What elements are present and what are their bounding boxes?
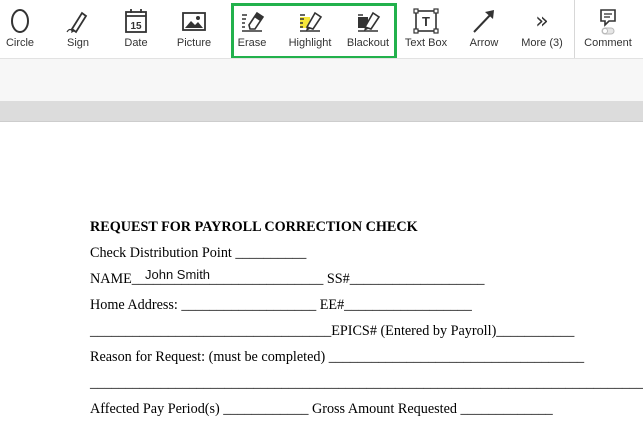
picture-tool-button[interactable]: Picture: [174, 0, 214, 58]
text-box-tool-button[interactable]: T Text Box: [404, 0, 448, 58]
date-tool-label: Date: [124, 37, 148, 49]
text-box-tool-label: Text Box: [404, 37, 448, 49]
filled-name-text[interactable]: John Smith: [145, 267, 210, 282]
selected-tools-highlight: [231, 3, 397, 59]
arrow-tool-label: Arrow: [469, 37, 499, 49]
double-chevron-glyph: »: [535, 8, 549, 34]
date-tool-button[interactable]: 15 Date: [116, 0, 156, 58]
circle-tool-button[interactable]: Circle: [0, 0, 40, 58]
pen-icon: [63, 7, 93, 35]
textbox-icon-letter: T: [422, 14, 430, 29]
picture-icon: [179, 7, 209, 35]
circle-icon: [5, 7, 35, 35]
textbox-icon: T: [411, 7, 441, 35]
more-tools-button[interactable]: » More (3): [521, 0, 563, 58]
comment-icon: [593, 7, 623, 35]
sign-tool-button[interactable]: Sign: [58, 0, 98, 58]
arrow-tool-button[interactable]: Arrow: [464, 0, 504, 58]
double-chevron-icon: »: [527, 7, 557, 35]
sign-tool-label: Sign: [66, 37, 90, 49]
toolbar-options-band: [0, 59, 643, 101]
comment-tool-button[interactable]: Comment: [584, 0, 632, 58]
calendar-icon: 15: [121, 7, 151, 35]
form-line-reason[interactable]: Reason for Request: (must be completed) …: [90, 349, 584, 366]
document-title: REQUEST FOR PAYROLL CORRECTION CHECK: [90, 219, 418, 235]
page-gap-bar: [0, 101, 643, 122]
picture-tool-label: Picture: [176, 37, 212, 49]
annotation-toolbar: Circle Sign 15 Date Picture Erase Highli…: [0, 0, 643, 59]
more-tools-label: More (3): [521, 37, 563, 49]
document-page: REQUEST FOR PAYROLL CORRECTION CHECK Che…: [0, 122, 643, 421]
arrow-icon: [469, 7, 499, 35]
toolbar-separator: [574, 0, 575, 58]
calendar-icon-day: 15: [130, 21, 142, 32]
form-line-distribution-point: Check Distribution Point __________: [90, 245, 307, 261]
form-line-blank[interactable]: ________________________________________…: [90, 375, 643, 392]
comment-tool-label: Comment: [584, 37, 632, 49]
form-line-home-address[interactable]: Home Address: ___________________ EE#___…: [90, 297, 472, 314]
form-line-epics[interactable]: __________________________________EPICS#…: [90, 323, 574, 340]
circle-tool-label: Circle: [5, 37, 35, 49]
form-line-pay-period[interactable]: Affected Pay Period(s) ____________ Gros…: [90, 401, 553, 418]
